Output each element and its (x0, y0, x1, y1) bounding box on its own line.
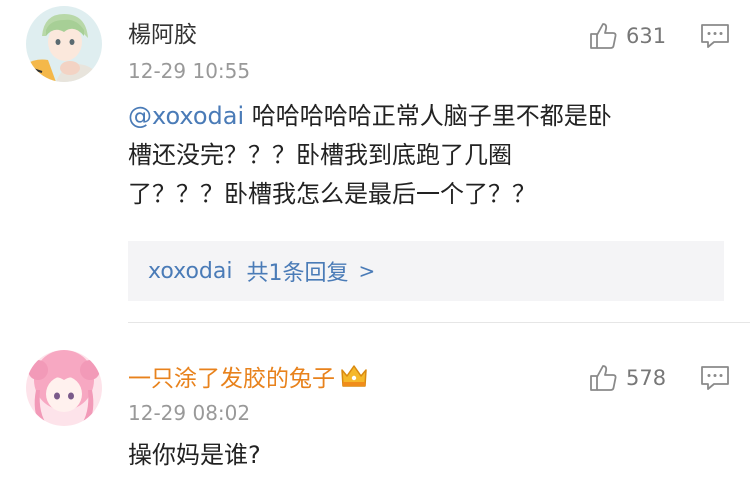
reply-count: 共1条回复 (246, 261, 349, 286)
avatar[interactable] (26, 6, 102, 82)
like-button[interactable]: 578 (588, 360, 666, 396)
mention-link[interactable]: @xoxodai (128, 102, 244, 130)
divider (128, 322, 750, 323)
like-count: 578 (626, 366, 667, 390)
comment-icon[interactable] (700, 22, 730, 50)
chevron-right-icon: > (358, 259, 376, 283)
replies-summary[interactable]: xoxodai 共1条回复 > (128, 241, 724, 301)
comment-text: @xoxodai 哈哈哈哈哈正常人脑子里不都是卧 槽还没完？？？卧槽我到底跑了几… (128, 102, 612, 208)
thumbs-up-icon (590, 23, 617, 49)
avatar[interactable] (26, 350, 102, 426)
timestamp: 12-29 10:55 (128, 59, 251, 83)
comment-text: 操你妈是谁? (128, 441, 261, 469)
username[interactable]: 楊阿胶 (128, 20, 197, 50)
reply-author: xoxodai (148, 258, 233, 284)
comment-icon[interactable] (700, 364, 730, 392)
vip-crown-icon (341, 365, 367, 387)
like-count: 631 (626, 24, 667, 48)
timestamp: 12-29 08:02 (128, 401, 251, 425)
like-button[interactable]: 631 (588, 18, 666, 54)
thumbs-up-icon (590, 365, 617, 391)
username[interactable]: 一只涂了发胶的兔子 (128, 362, 369, 394)
